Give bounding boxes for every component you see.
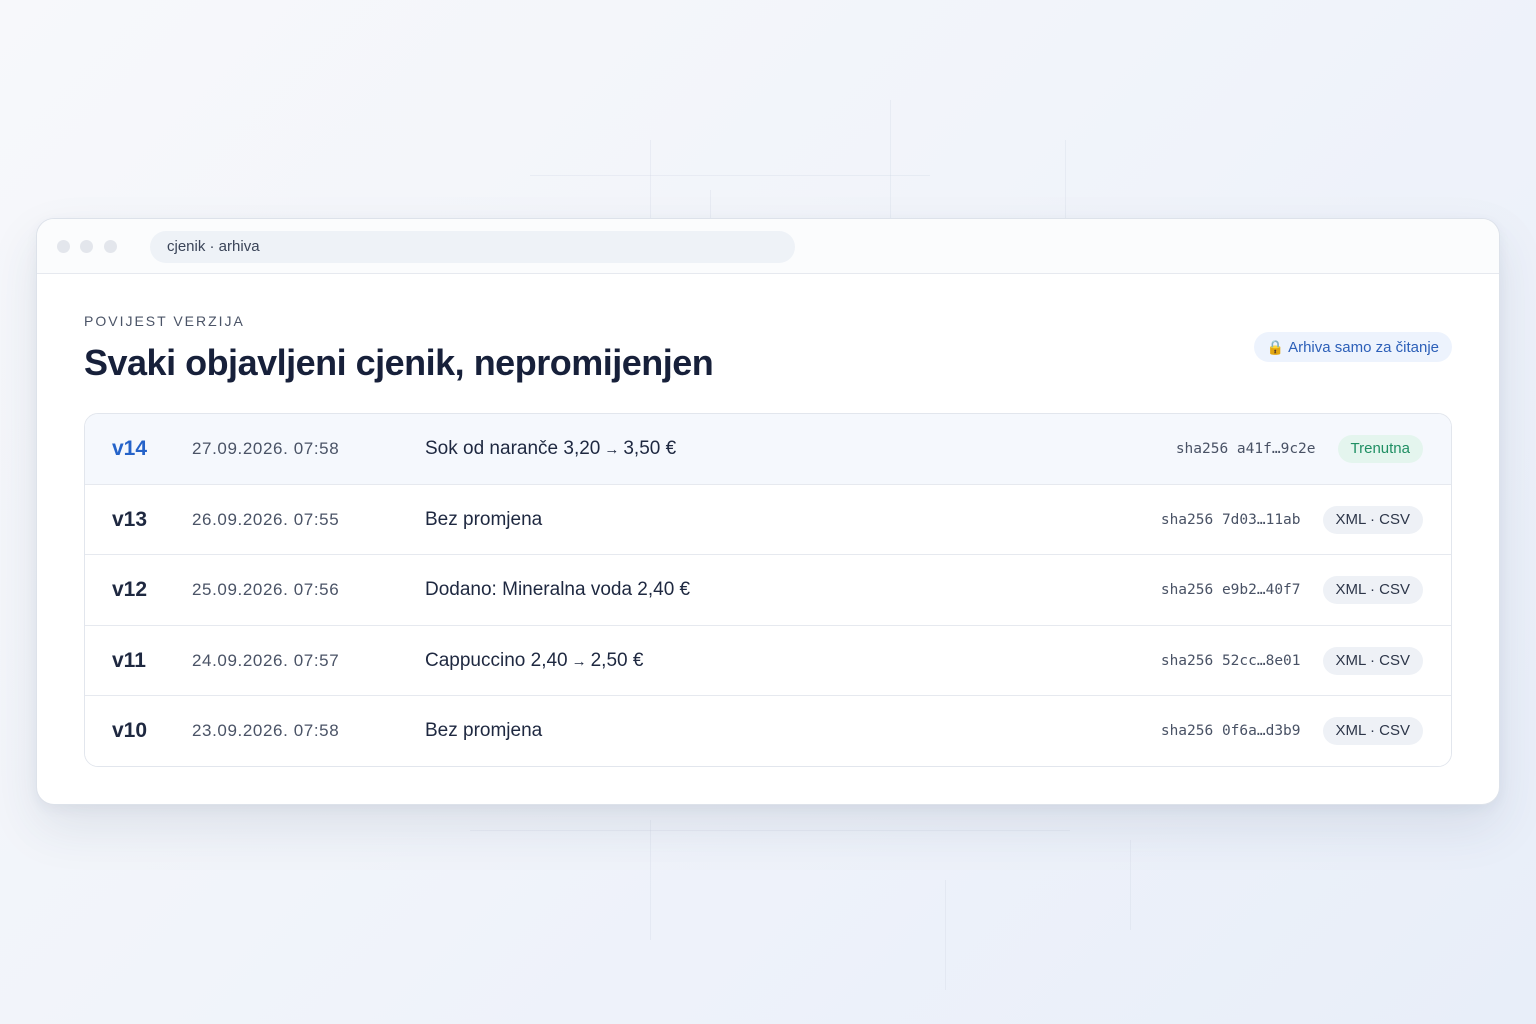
lock-icon: 🔒 — [1266, 339, 1285, 355]
section-eyebrow: POVIJEST VERZIJA — [84, 313, 245, 329]
version-change: Sok od naranče 3,20 → 3,50 € — [425, 414, 676, 485]
version-change: Dodano: Mineralna voda 2,40 € — [425, 555, 690, 625]
arrow-icon: → — [604, 441, 620, 458]
version-list: v14 27.09.2026. 07:58 Sok od naranče 3,20 →… — [84, 413, 1452, 767]
version-change: Bez promjena — [425, 485, 542, 555]
version-hash: sha256 e9b2…40f7 — [1160, 582, 1301, 599]
address-bar[interactable]: cjenik · arhiva — [150, 231, 795, 263]
version-number: v14 — [112, 437, 148, 460]
version-meta: sha256 e9b2…40f7 XML · CSV — [1161, 575, 1423, 605]
change-after-text: 2,50 € — [590, 649, 644, 671]
browser-window: cjenik · arhiva POVIJEST VERZIJA Svaki o… — [36, 218, 1500, 805]
version-meta: sha256 a41f…9c2e Trenutna — [1176, 434, 1423, 464]
download-formats-button[interactable]: XML · CSV — [1322, 717, 1423, 746]
window-maximize-dot[interactable] — [104, 240, 117, 253]
version-meta: sha256 52cc…8e01 XML · CSV — [1161, 646, 1423, 676]
version-number: v13 — [112, 507, 148, 531]
download-formats-button[interactable]: XML · CSV — [1322, 576, 1423, 605]
change-text: Cappuccino 2,40 — [425, 649, 568, 671]
download-formats-button[interactable]: XML · CSV — [1322, 646, 1423, 675]
main-content: POVIJEST VERZIJA Svaki objavljeni cjenik… — [84, 274, 1452, 804]
current-badge: Trenutna — [1337, 435, 1423, 463]
version-date: 26.09.2026. 07:55 — [192, 509, 340, 529]
change-text: Sok od naranče 3,20 — [425, 438, 601, 459]
version-row[interactable]: v13 26.09.2026. 07:55 Bez promjena sha256 7… — [85, 484, 1451, 556]
version-date: 23.09.2026. 07:58 — [192, 721, 340, 741]
window-minimize-dot[interactable] — [80, 240, 93, 253]
version-row[interactable]: v11 24.09.2026. 07:57 Cappuccino 2,40 → 2,50… — [85, 625, 1451, 697]
download-formats-button[interactable]: XML · CSV — [1322, 505, 1423, 534]
version-hash: sha256 a41f…9c2e — [1175, 441, 1316, 457]
change-after-text: 3,50 € — [623, 438, 677, 459]
version-hash: sha256 0f6a…d3b9 — [1160, 723, 1301, 740]
version-number: v12 — [112, 578, 148, 602]
change-text: Bez promjena — [425, 720, 543, 742]
version-number: v10 — [112, 719, 148, 743]
window-close-dot[interactable] — [57, 240, 70, 253]
version-date: 27.09.2026. 07:58 — [192, 439, 340, 458]
version-date: 25.09.2026. 07:56 — [192, 580, 340, 600]
page-title: Svaki objavljeni cjenik, nepromijenjen — [84, 342, 714, 383]
version-hash: sha256 52cc…8e01 — [1160, 652, 1301, 669]
version-hash: sha256 7d03…11ab — [1160, 511, 1301, 528]
readonly-badge-label: Arhiva samo za čitanje — [1288, 339, 1439, 356]
version-change: Cappuccino 2,40 → 2,50 € — [425, 626, 643, 697]
version-number: v11 — [112, 648, 146, 672]
change-text: Dodano: Mineralna voda 2,40 € — [425, 579, 691, 601]
version-meta: sha256 0f6a…d3b9 XML · CSV — [1161, 716, 1423, 746]
change-text: Bez promjena — [425, 508, 543, 530]
arrow-icon: → — [571, 652, 587, 670]
version-row[interactable]: v12 25.09.2026. 07:56 Dodano: Mineralna vo… — [85, 555, 1451, 626]
version-change: Bez promjena — [425, 696, 542, 766]
version-meta: sha256 7d03…11ab XML · CSV — [1161, 505, 1423, 535]
version-row[interactable]: v10 23.09.2026. 07:58 Bez promjena sha256 0… — [85, 696, 1451, 766]
version-row[interactable]: v14 27.09.2026. 07:58 Sok od naranče 3,20 →… — [85, 414, 1451, 485]
window-titlebar: cjenik · arhiva — [37, 219, 1499, 274]
readonly-badge: 🔒 Arhiva samo za čitanje — [1253, 332, 1452, 362]
version-date: 24.09.2026. 07:57 — [192, 650, 340, 670]
